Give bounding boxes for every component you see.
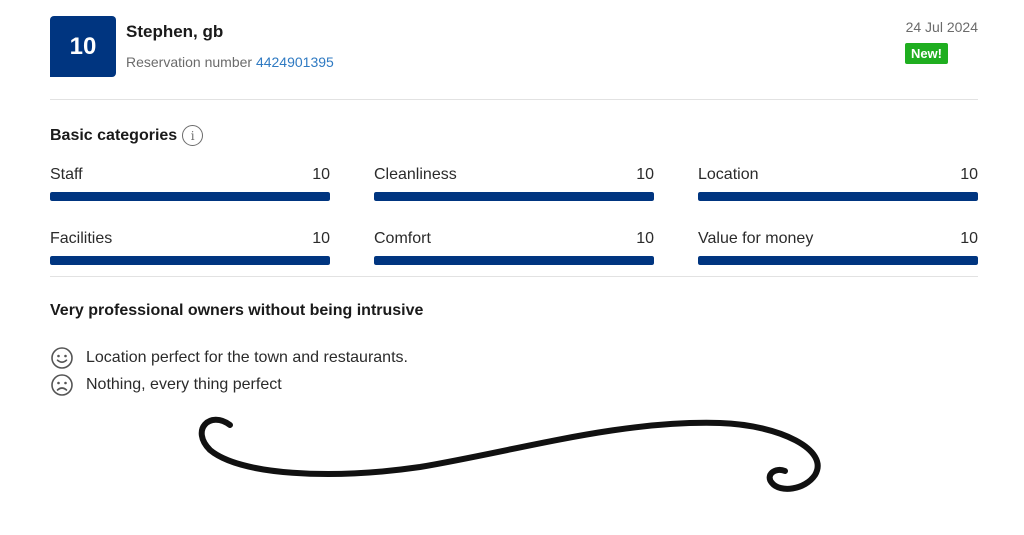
score-bar — [374, 192, 654, 201]
categories-grid: Staff 10 Cleanliness 10 Location 10 Faci… — [50, 160, 978, 271]
score-value: 10 — [69, 32, 97, 60]
category-label: Facilities — [50, 230, 113, 247]
category-cleanliness: Cleanliness 10 — [374, 160, 654, 207]
smiley-face-icon — [51, 347, 73, 369]
positive-comment: Location perfect for the town and restau… — [50, 346, 408, 370]
score-bar — [374, 256, 654, 265]
reviewer-name: Stephen, gb — [126, 22, 224, 41]
positive-comment-text: Location perfect for the town and restau… — [86, 349, 408, 366]
decorative-flourish — [198, 416, 821, 492]
category-label: Staff — [50, 166, 83, 183]
score-bar-fill — [374, 192, 654, 201]
category-staff: Staff 10 — [50, 160, 330, 207]
category-score: 10 — [636, 166, 654, 183]
review-card: 10 Stephen, gb Reservation number 442490… — [0, 0, 1024, 535]
info-icon[interactable]: i — [182, 125, 204, 146]
review-title: Very professional owners without being i… — [50, 302, 424, 319]
review-date: 24 Jul 2024 — [905, 19, 978, 35]
category-score: 10 — [312, 230, 330, 247]
reservation-label: Reservation number — [126, 54, 253, 70]
score-bar-fill — [374, 256, 654, 265]
category-score: 10 — [636, 230, 654, 247]
category-label: Location — [698, 166, 759, 183]
score-bar-fill — [50, 256, 330, 265]
negative-comment-text: Nothing, every thing perfect — [86, 376, 282, 393]
category-facilities: Facilities 10 — [50, 224, 330, 271]
negative-comment: Nothing, every thing perfect — [50, 373, 282, 397]
score-bar-fill — [50, 192, 330, 201]
frown-face-icon — [51, 374, 73, 396]
reservation-number-link[interactable]: 4424901395 — [256, 54, 334, 70]
categories-title: Basic categories — [50, 126, 178, 144]
category-score: 10 — [960, 166, 978, 183]
category-value-for-money: Value for money 10 — [698, 224, 978, 271]
score-bar — [50, 256, 330, 265]
category-label: Value for money — [698, 230, 814, 247]
category-location: Location 10 — [698, 160, 978, 207]
category-comfort: Comfort 10 — [374, 224, 654, 271]
score-bar-fill — [698, 256, 978, 265]
reservation-info: Reservation number 4424901395 — [126, 54, 334, 70]
score-bar — [50, 192, 330, 201]
score-bar — [698, 256, 978, 265]
new-badge: New! — [904, 43, 948, 64]
category-score: 10 — [312, 166, 330, 183]
score-bar — [698, 192, 978, 201]
score-badge: 10 — [50, 16, 116, 77]
category-label: Cleanliness — [374, 166, 457, 183]
categories-heading: Basic categories i — [50, 125, 204, 146]
header-divider — [50, 99, 978, 100]
category-label: Comfort — [374, 230, 431, 247]
category-score: 10 — [960, 230, 978, 247]
score-bar-fill — [698, 192, 978, 201]
categories-divider — [50, 276, 978, 277]
